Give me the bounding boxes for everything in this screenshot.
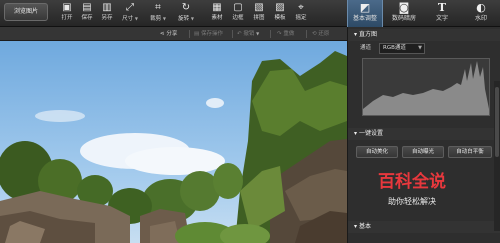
- image-canvas[interactable]: [0, 41, 347, 243]
- main-toolbar: 浏览图片 ▣ 打开 ▤ 保存 ▥ 另存 ⤢ 尺寸 ▼ ⌗ 裁剪 ▼ ↻ 旋转 ▼…: [0, 0, 500, 27]
- pin-button[interactable]: ⌖ 摇定: [289, 2, 313, 26]
- crop-button[interactable]: ⌗ 裁剪 ▼: [146, 2, 170, 26]
- browse-images-button[interactable]: 浏览图片: [4, 3, 48, 21]
- chevron-down-icon: ▼: [418, 45, 422, 51]
- redo-icon: ↷: [277, 31, 282, 37]
- divider: [270, 30, 271, 38]
- scrollbar-thumb[interactable]: [495, 87, 499, 157]
- save-as-icon: ▥: [102, 2, 112, 13]
- pin-icon: ⌖: [298, 2, 304, 13]
- histogram-chart: [362, 58, 490, 116]
- channel-select[interactable]: RGB通道 ▼: [379, 43, 425, 54]
- crop-icon: ⌗: [155, 2, 161, 13]
- resize-button[interactable]: ⤢ 尺寸 ▼: [118, 2, 142, 26]
- basic-header[interactable]: ▾ 基本: [348, 221, 500, 233]
- redo-button[interactable]: ↷ 重做: [277, 29, 294, 39]
- chevron-down-icon: ▼: [256, 31, 260, 36]
- chevron-down-icon: ▼: [134, 16, 138, 21]
- undo-button[interactable]: ↶ 撤销 ▼: [237, 29, 259, 39]
- tab-text[interactable]: T 文字: [428, 0, 456, 27]
- resize-icon: ⤢: [126, 2, 134, 13]
- basic-adjust-icon: ◩: [359, 1, 371, 14]
- channel-label: 通道: [360, 45, 372, 51]
- rotate-icon: ↻: [181, 2, 191, 13]
- auto-beautify-button[interactable]: 自动美化: [356, 146, 398, 158]
- tab-basic-adjust[interactable]: ◩ 基本调整: [347, 0, 383, 27]
- darkroom-icon: ◙: [398, 1, 410, 14]
- undo-icon: ↶: [237, 31, 242, 37]
- tab-watermark[interactable]: ◐ 水印: [466, 0, 496, 27]
- text-icon: T: [437, 1, 447, 14]
- photo-landscape: [0, 41, 347, 243]
- save-operation-icon: ▤: [194, 31, 200, 37]
- collapse-icon: ▾: [354, 223, 358, 230]
- reset-button[interactable]: ⟲ 还原: [312, 29, 329, 39]
- collapse-icon: ▾: [354, 130, 358, 137]
- auto-exposure-button[interactable]: 自动曝光: [402, 146, 444, 158]
- save-as-button[interactable]: ▥ 另存: [95, 2, 119, 26]
- one-click-header[interactable]: ▾ 一键设置: [348, 128, 500, 140]
- reset-icon: ⟲: [312, 31, 317, 37]
- action-bar: ⋖ 分享 ▤ 保存操作 ↶ 撤销 ▼ ↷ 重做 ⟲ 还原: [0, 27, 347, 41]
- watermark-icon: ◐: [476, 1, 486, 14]
- divider: [189, 30, 190, 38]
- watermark-logo: 百科全说 助你轻松解决: [378, 172, 446, 206]
- histogram-header[interactable]: ▾ 直方图: [348, 29, 500, 41]
- chevron-down-icon: ▼: [190, 16, 194, 21]
- histogram-graph: [363, 61, 489, 115]
- collapse-icon: ▾: [354, 31, 358, 38]
- share-icon: ⋖: [160, 31, 165, 37]
- auto-white-balance-button[interactable]: 自动白平衡: [448, 146, 492, 158]
- chevron-down-icon: ▼: [162, 16, 166, 21]
- divider: [232, 30, 233, 38]
- divider: [306, 30, 307, 38]
- rotate-button[interactable]: ↻ 旋转 ▼: [174, 2, 198, 26]
- save-operation-button[interactable]: ▤ 保存操作: [194, 29, 223, 39]
- share-button[interactable]: ⋖ 分享: [160, 29, 177, 39]
- tab-darkroom[interactable]: ◙ 数码暗房: [386, 0, 422, 27]
